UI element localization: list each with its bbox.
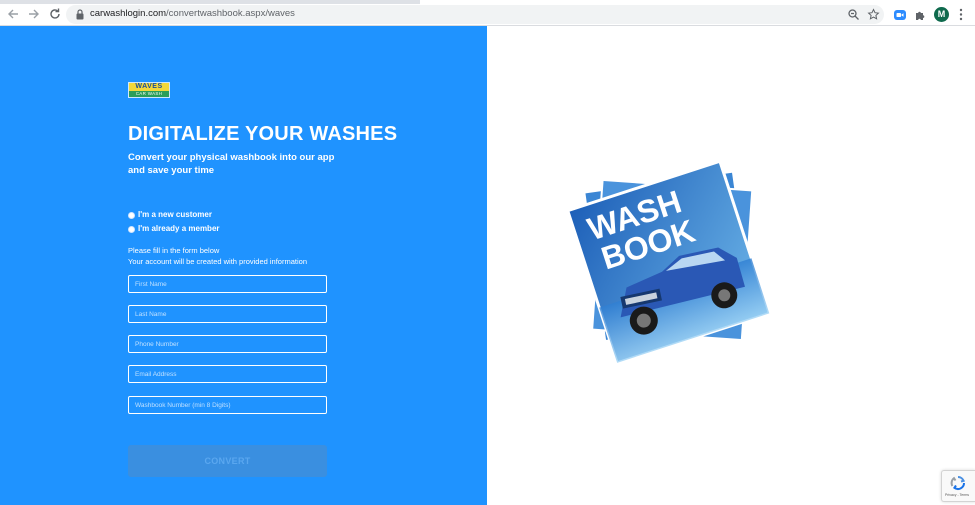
email-field[interactable] — [128, 365, 327, 383]
page-title: DIGITALIZE YOUR WASHES — [128, 123, 398, 145]
product-panel: WASH BOOK Privacy - Terms — [487, 26, 975, 505]
washbook-number-field[interactable] — [128, 396, 327, 414]
reload-icon[interactable] — [48, 7, 62, 21]
url-domain: carwashlogin.com — [90, 8, 167, 19]
menu-dots-icon[interactable] — [958, 8, 964, 21]
last-name-field[interactable] — [128, 305, 327, 323]
recaptcha-icon — [950, 475, 965, 490]
address-bar[interactable]: carwashlogin.com/convertwashbook.aspx/wa… — [66, 5, 884, 24]
url-text[interactable]: carwashlogin.com/convertwashbook.aspx/wa… — [90, 8, 295, 19]
form-instruction-1: Please fill in the form below — [128, 246, 220, 255]
browser-toolbar: carwashlogin.com/convertwashbook.aspx/wa… — [0, 4, 975, 26]
back-arrow-icon[interactable] — [6, 7, 20, 21]
lock-icon[interactable] — [75, 9, 85, 20]
radio-label[interactable]: I'm already a member — [138, 224, 220, 233]
zoom-ext-icon[interactable] — [894, 9, 906, 21]
logo-text-bottom: CAR WASH — [129, 91, 169, 97]
zoom-icon[interactable] — [847, 8, 860, 21]
radio-circle[interactable] — [128, 226, 135, 233]
radio-circle[interactable] — [128, 212, 135, 219]
star-icon[interactable] — [867, 8, 880, 21]
form-instruction-2: Your account will be created with provid… — [128, 257, 307, 266]
forward-arrow-icon[interactable] — [27, 7, 41, 21]
profile-avatar[interactable]: M — [934, 7, 949, 22]
subtitle-line-2: and save your time — [128, 165, 215, 176]
convert-button[interactable]: CONVERT — [128, 445, 327, 477]
subtitle-line-1: Convert your physical washbook into our … — [128, 152, 335, 163]
signup-panel: WAVES CAR WASH DIGITALIZE YOUR WASHES Co… — [0, 26, 487, 505]
first-name-field[interactable] — [128, 275, 327, 293]
url-path: /convertwashbook.aspx/waves — [166, 8, 295, 19]
logo-text-top: WAVES — [129, 83, 169, 91]
radio-label[interactable]: I'm a new customer — [138, 210, 212, 219]
waves-logo: WAVES CAR WASH — [128, 82, 170, 98]
phone-number-field[interactable] — [128, 335, 327, 353]
extensions-puzzle-icon[interactable] — [914, 9, 926, 21]
recaptcha-footer[interactable]: Privacy - Terms — [945, 493, 969, 497]
washbook-stack-image: WASH BOOK — [567, 163, 772, 363]
recaptcha-badge[interactable]: Privacy - Terms — [941, 470, 975, 502]
